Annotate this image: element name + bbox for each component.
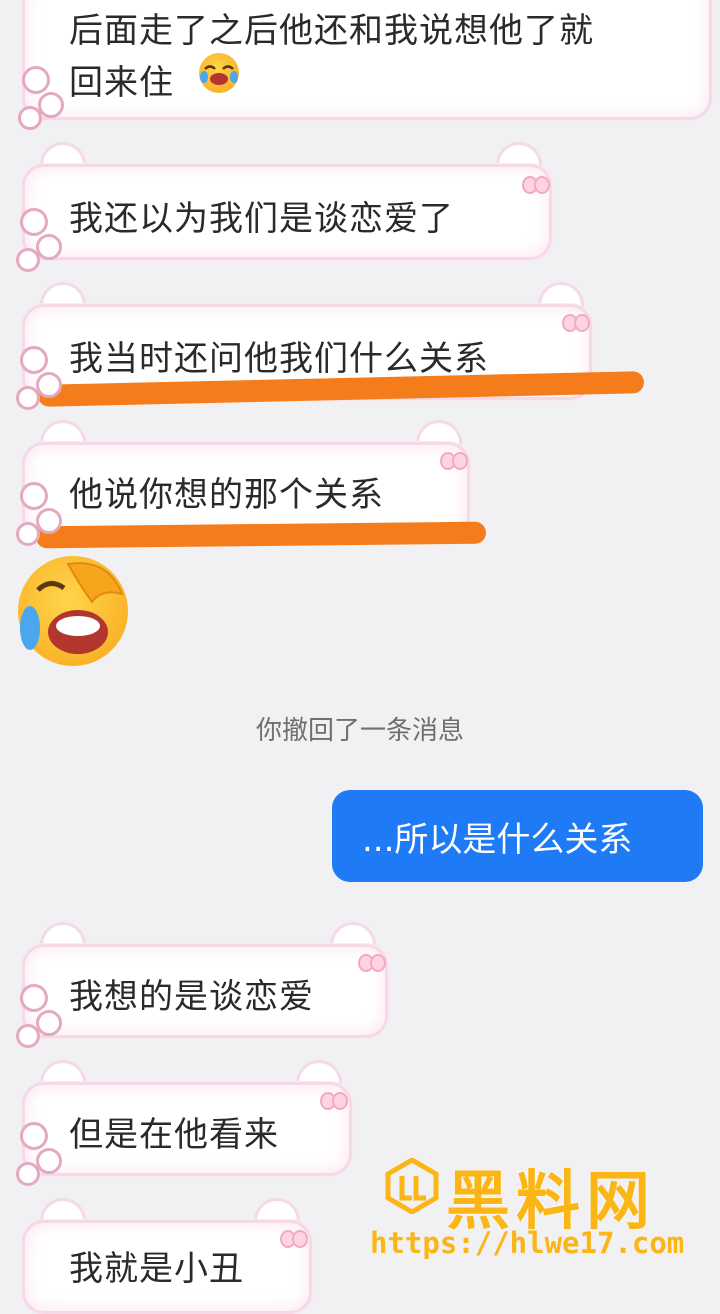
- recall-notice: 你撤回了一条消息: [255, 716, 464, 746]
- crying-laughing-emoji-icon: [199, 53, 239, 93]
- watermark-logo-icon: [385, 1158, 439, 1214]
- message-bubble[interactable]: 后面走了之后他还和我说想他了就 回来住: [22, 0, 712, 120]
- paw-decoration-icon: [12, 984, 62, 1054]
- message-text: 我还以为我们是谈恋爱了: [69, 199, 454, 239]
- bow-decoration-icon: [562, 314, 590, 332]
- bow-decoration-icon: [522, 176, 550, 194]
- message-text: 他说你想的那个关系: [69, 475, 384, 515]
- message-text: 后面走了之后他还和我说想他了就: [69, 11, 594, 51]
- paw-decoration-icon: [12, 346, 62, 416]
- watermark: 黑料网 https://hlwe17.com: [370, 1150, 700, 1270]
- sent-message-bubble[interactable]: ...所以是什么关系: [332, 790, 703, 882]
- paw-decoration-icon: [12, 1122, 62, 1192]
- bow-decoration-icon: [358, 954, 386, 972]
- paw-decoration-icon: [12, 482, 62, 552]
- message-bubble[interactable]: 我想的是谈恋爱: [22, 944, 388, 1038]
- watermark-url: https://hlwe17.com: [370, 1226, 685, 1260]
- bow-decoration-icon: [320, 1092, 348, 1110]
- message-bubble[interactable]: 但是在他看来: [22, 1082, 352, 1176]
- message-text: 但是在他看来: [69, 1115, 279, 1155]
- message-text: 我就是小丑: [69, 1249, 244, 1289]
- paw-decoration-icon: [14, 66, 64, 136]
- bow-decoration-icon: [280, 1230, 308, 1248]
- message-text: 我当时还问他我们什么关系: [69, 339, 489, 379]
- message-text: 我想的是谈恋爱: [69, 977, 314, 1017]
- message-bubble[interactable]: 我还以为我们是谈恋爱了: [22, 164, 552, 260]
- bow-decoration-icon: [440, 452, 468, 470]
- orange-highlight-underline: [35, 521, 487, 549]
- message-bubble[interactable]: 我就是小丑: [22, 1220, 312, 1314]
- crying-laughing-face-icon: [18, 556, 128, 666]
- paw-decoration-icon: [12, 208, 62, 278]
- message-text: 回来住: [69, 63, 174, 103]
